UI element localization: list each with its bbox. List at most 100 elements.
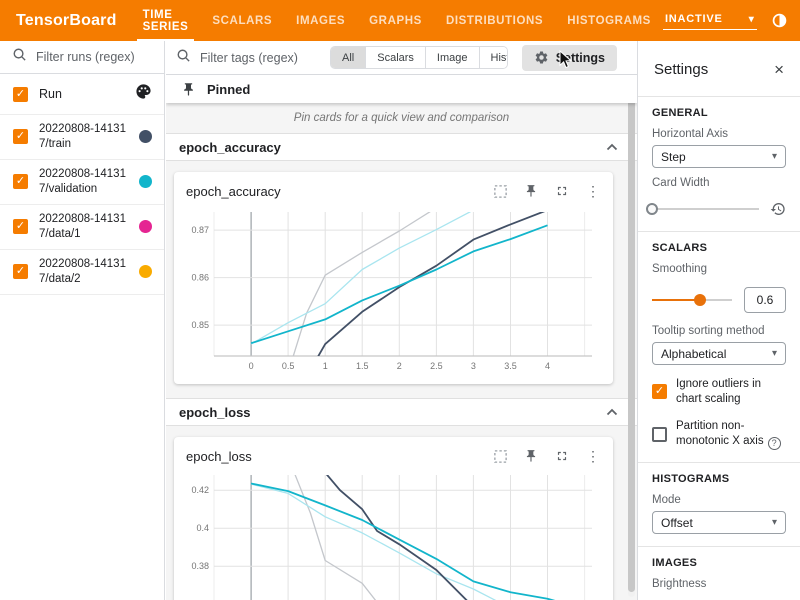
app-logo: TensorBoard [0, 12, 131, 30]
pin-icon[interactable] [523, 448, 539, 464]
smoothing-slider[interactable] [652, 299, 732, 301]
run-checkbox[interactable]: ✓ [13, 264, 28, 279]
filter-scalars-button[interactable]: Scalars [365, 47, 425, 68]
epoch-accuracy-chart[interactable]: 0.850.860.8700.511.522.533.54 [186, 206, 598, 374]
svg-text:0.38: 0.38 [191, 561, 209, 571]
svg-text:0.5: 0.5 [282, 361, 295, 371]
epoch-loss-chart[interactable]: 0.360.380.40.42 [186, 471, 598, 600]
card-header: epoch_accuracy ⋮ [186, 180, 601, 202]
svg-text:4: 4 [545, 361, 550, 371]
filter-all-button[interactable]: All [331, 47, 365, 68]
theme-toggle-icon[interactable] [771, 12, 789, 30]
svg-text:3: 3 [471, 361, 476, 371]
tensorboard-app: TensorBoard TIME SERIES SCALARS IMAGES G… [0, 0, 800, 600]
section-epoch-loss[interactable]: epoch_loss [166, 398, 637, 426]
fullscreen-icon[interactable] [554, 448, 570, 464]
svg-text:0.42: 0.42 [191, 485, 209, 495]
run-checkbox[interactable]: ✓ [13, 174, 28, 189]
pin-icon[interactable] [523, 183, 539, 199]
run-checkbox[interactable]: ✓ [13, 87, 28, 102]
settings-general-section: GENERAL Horizontal Axis Step ▾ Card Widt… [638, 97, 800, 231]
svg-text:0.4: 0.4 [196, 523, 209, 533]
runs-header-row: ✓ Run [0, 74, 164, 115]
horizontal-axis-select[interactable]: Step ▾ [652, 145, 786, 168]
runs-filter [0, 41, 164, 74]
palette-icon[interactable] [135, 83, 152, 105]
tab-graphs[interactable]: GRAPHS [357, 0, 434, 41]
svg-text:2.5: 2.5 [430, 361, 443, 371]
settings-images-section: IMAGES Brightness Contrast ✓ [638, 547, 800, 600]
tab-images[interactable]: IMAGES [284, 0, 357, 41]
run-color-dot[interactable] [139, 175, 152, 188]
svg-text:2: 2 [397, 361, 402, 371]
pinned-section-header: Pinned [166, 75, 637, 103]
pin-hint-text: Pin cards for a quick view and compariso… [166, 103, 637, 133]
run-color-dot[interactable] [139, 220, 152, 233]
chevron-up-icon[interactable] [606, 138, 618, 156]
card-title: epoch_accuracy [186, 184, 281, 199]
tooltip-sorting-select[interactable]: Alphabetical ▾ [652, 342, 786, 365]
run-row-data-1[interactable]: ✓ 20220808-141317/data/1 [0, 205, 164, 250]
run-row-train[interactable]: ✓ 20220808-141317/train [0, 115, 164, 160]
tags-filter-input[interactable] [200, 51, 330, 65]
settings-button[interactable]: Settings [522, 45, 617, 71]
main-scrollbar[interactable] [628, 77, 635, 597]
histogram-mode-select[interactable]: Offset ▾ [652, 511, 786, 534]
run-color-dot[interactable] [139, 265, 152, 278]
svg-text:1: 1 [323, 361, 328, 371]
filter-image-button[interactable]: Image [425, 47, 479, 68]
settings-histograms-section: HISTOGRAMS Mode Offset ▾ [638, 463, 800, 546]
chevron-down-icon: ▾ [772, 517, 777, 528]
close-icon[interactable]: × [774, 61, 784, 78]
ignore-outliers-checkbox-row[interactable]: ✓ Ignore outliers in chart scaling [652, 377, 786, 407]
chevron-down-icon: ▾ [772, 348, 777, 359]
tags-toolbar: All Scalars Image Histogram Settings [166, 41, 637, 75]
card-actions: ⋮ [492, 448, 601, 464]
tab-scalars[interactable]: SCALARS [200, 0, 284, 41]
svg-text:0.87: 0.87 [191, 225, 209, 235]
search-icon [12, 47, 27, 67]
run-checkbox[interactable]: ✓ [13, 129, 28, 144]
runs-filter-input[interactable] [36, 50, 146, 64]
run-checkbox[interactable]: ✓ [13, 219, 28, 234]
svg-text:3.5: 3.5 [504, 361, 517, 371]
run-row-data-2[interactable]: ✓ 20220808-141317/data/2 [0, 250, 164, 295]
svg-text:0.86: 0.86 [191, 273, 209, 283]
gear-icon [534, 50, 549, 65]
fullscreen-icon[interactable] [554, 183, 570, 199]
card-width-slider[interactable] [652, 208, 759, 210]
settings-panel: Settings × GENERAL Horizontal Axis Step … [637, 41, 800, 600]
checkbox[interactable]: ✓ [652, 427, 667, 442]
tab-time-series[interactable]: TIME SERIES [131, 0, 201, 41]
more-vert-icon[interactable]: ⋮ [585, 183, 601, 199]
card-title: epoch_loss [186, 449, 252, 464]
run-row-validation[interactable]: ✓ 20220808-141317/validation [0, 160, 164, 205]
checkbox[interactable]: ✓ [652, 384, 667, 399]
tag-type-filter-group: All Scalars Image Histogram [330, 46, 508, 69]
help-icon[interactable]: ? [768, 437, 781, 450]
marquee-zoom-icon[interactable] [492, 183, 508, 199]
svg-text:1.5: 1.5 [356, 361, 369, 371]
chevron-down-icon: ▾ [749, 14, 755, 25]
marquee-zoom-icon[interactable] [492, 448, 508, 464]
partition-x-checkbox-row[interactable]: ✓ Partition non-monotonic X axis? [652, 419, 786, 450]
chevron-up-icon[interactable] [606, 403, 618, 421]
smoothing-input[interactable] [744, 287, 786, 313]
app-header: TensorBoard TIME SERIES SCALARS IMAGES G… [0, 0, 800, 41]
section-epoch-accuracy[interactable]: epoch_accuracy [166, 133, 637, 161]
header-actions: INACTIVE ▾ ? [663, 11, 800, 30]
tab-histograms[interactable]: HISTOGRAMS [555, 0, 663, 41]
filter-histogram-button[interactable]: Histogram [479, 47, 508, 68]
scalar-card-epoch-loss: epoch_loss ⋮ 0.360.380.40.42 [174, 437, 613, 600]
more-vert-icon[interactable]: ⋮ [585, 448, 601, 464]
reload-status-select[interactable]: INACTIVE ▾ [663, 11, 757, 30]
scalar-card-epoch-accuracy: epoch_accuracy ⋮ 0.850.860.8700.511.522.… [174, 172, 613, 384]
settings-scalars-section: SCALARS Smoothing Tooltip sorting method… [638, 232, 800, 462]
tab-distributions[interactable]: DISTRIBUTIONS [434, 0, 555, 41]
pin-icon [181, 82, 196, 97]
run-color-dot[interactable] [139, 130, 152, 143]
search-icon [176, 48, 191, 68]
reset-icon[interactable] [769, 201, 786, 218]
nav-tabs: TIME SERIES SCALARS IMAGES GRAPHS DISTRI… [131, 0, 663, 41]
svg-text:0: 0 [249, 361, 254, 371]
